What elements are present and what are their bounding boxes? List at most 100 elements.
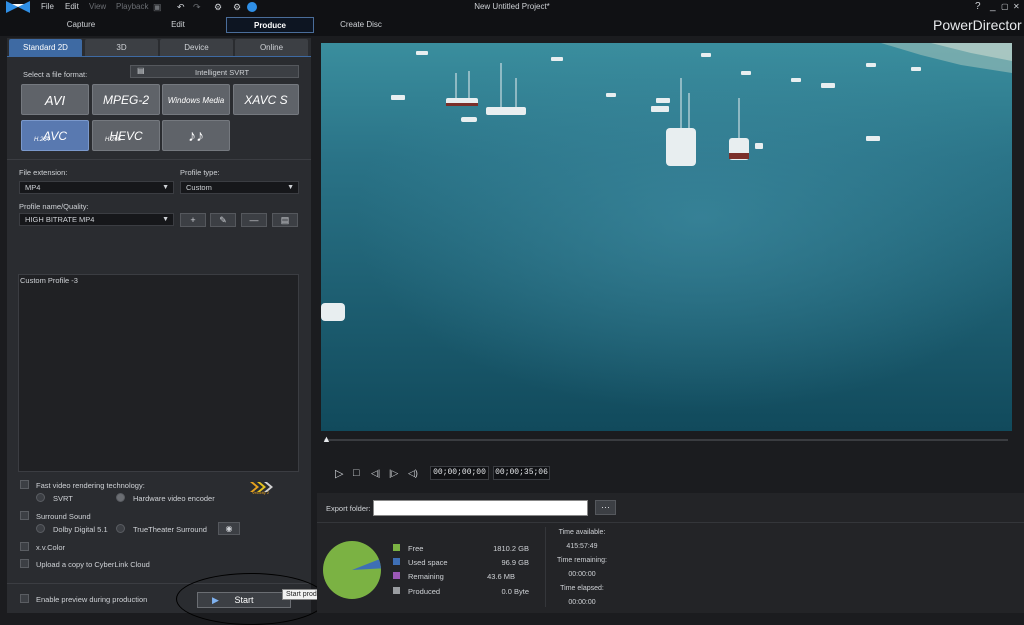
tab-online[interactable]: Online xyxy=(235,39,308,56)
maximize-button[interactable]: ▢ xyxy=(1001,2,1009,11)
time-remaining-value: 00:00:00 xyxy=(568,571,596,578)
format-label: AVI xyxy=(44,93,66,108)
legend-used-swatch xyxy=(393,558,400,565)
upload-cloud-checkbox[interactable] xyxy=(20,559,29,568)
app-brand: PowerDirector xyxy=(933,17,1022,33)
time-remaining-label: Time remaining: xyxy=(557,557,607,564)
close-button[interactable]: ✕ xyxy=(1013,2,1020,11)
truetheater-label: TrueTheater Surround xyxy=(133,525,207,534)
dolby-radio[interactable] xyxy=(36,524,45,533)
preferences-icon[interactable]: ⚙ xyxy=(214,2,222,13)
legend-free-swatch xyxy=(393,544,400,551)
minimize-button[interactable]: _ xyxy=(990,1,996,12)
format-windows-media-button[interactable]: Windows Media xyxy=(162,84,230,115)
profile-type-value: Custom xyxy=(186,183,212,192)
preview-checkbox[interactable] xyxy=(20,594,29,603)
tab-3d[interactable]: 3D xyxy=(85,39,158,56)
tab-device[interactable]: Device xyxy=(160,39,233,56)
legend-remaining-label: Remaining xyxy=(408,572,444,581)
profile-description-box xyxy=(18,274,299,472)
surround-sound-checkbox[interactable] xyxy=(20,511,29,520)
delete-profile-button[interactable]: — xyxy=(241,213,267,227)
project-title: New Untitled Project* xyxy=(474,2,550,11)
custom-profile-text: Custom Profile -3 xyxy=(20,276,78,285)
previous-frame-button[interactable]: ◁| xyxy=(371,468,380,479)
svrt-radio[interactable] xyxy=(36,493,45,502)
xvcolor-label: x.v.Color xyxy=(36,543,66,552)
notification-icon[interactable] xyxy=(247,2,257,12)
total-timecode: 00;00;35;06 xyxy=(493,466,550,480)
format-audio-button[interactable]: ♪♪ xyxy=(162,120,230,151)
cyberlink-logo-icon xyxy=(6,1,30,13)
dolby-label: Dolby Digital 5.1 xyxy=(53,525,108,534)
legend-remaining-swatch xyxy=(393,572,400,579)
save-icon[interactable]: ▣ xyxy=(153,2,162,13)
divider xyxy=(545,527,546,607)
tab-standard-2d[interactable]: Standard 2D xyxy=(9,39,82,56)
legend-produced-value: 0.0 Byte xyxy=(501,587,529,596)
tab-edit[interactable]: Edit xyxy=(133,17,223,33)
xvcolor-checkbox[interactable] xyxy=(20,542,29,551)
edit-profile-button[interactable]: ✎ xyxy=(210,213,236,227)
format-mpeg2-button[interactable]: MPEG-2 xyxy=(92,84,160,115)
surround-settings-icon[interactable]: ◉ xyxy=(218,522,240,535)
profile-name-dropdown[interactable]: HIGH BITRATE MP4 ▼ xyxy=(19,213,174,226)
format-avi-button[interactable]: AVI xyxy=(21,84,89,115)
next-frame-button[interactable]: |▷ xyxy=(389,468,398,479)
tab-produce[interactable]: Produce xyxy=(226,17,314,33)
codec-label: H.264 xyxy=(34,137,51,143)
truetheater-radio[interactable] xyxy=(116,524,125,533)
format-xavcs-button[interactable]: XAVC S xyxy=(233,84,299,115)
file-extension-value: MP4 xyxy=(25,183,41,192)
menu-playback[interactable]: Playback xyxy=(116,2,148,11)
menu-edit[interactable]: Edit xyxy=(65,2,79,11)
video-preview[interactable] xyxy=(321,43,1012,431)
surround-sound-label: Surround Sound xyxy=(36,512,91,521)
chevron-down-icon: ▼ xyxy=(162,184,169,191)
settings-icon[interactable]: ⚙ xyxy=(233,2,241,13)
stop-button[interactable]: □ xyxy=(353,467,360,479)
time-elapsed-label: Time elapsed: xyxy=(560,585,604,592)
redo-icon[interactable]: ↷ xyxy=(193,2,201,13)
help-button[interactable]: ? xyxy=(975,1,981,12)
file-extension-label: File extension: xyxy=(19,168,68,177)
tab-create-disc[interactable]: Create Disc xyxy=(316,17,406,33)
time-available-label: Time available: xyxy=(558,529,606,536)
music-notes-icon: ♪♪ xyxy=(188,128,204,145)
fast-rendering-checkbox[interactable] xyxy=(20,480,29,489)
format-label: MPEG-2 xyxy=(102,93,149,107)
undo-icon[interactable]: ↶ xyxy=(177,2,185,13)
tab-underline xyxy=(7,56,311,57)
video-frame xyxy=(321,43,1012,431)
timeline-scrubber[interactable] xyxy=(324,439,1008,441)
menu-file[interactable]: File xyxy=(41,2,54,11)
format-label: Windows Media xyxy=(167,96,225,105)
add-profile-button[interactable]: + xyxy=(180,213,206,227)
tab-capture[interactable]: Capture xyxy=(36,17,126,33)
browse-folder-button[interactable]: ··· xyxy=(595,500,616,515)
legend-used-value: 96.9 GB xyxy=(501,558,529,567)
profile-name-label: Profile name/Quality: xyxy=(19,202,89,211)
profile-type-dropdown[interactable]: Custom ▼ xyxy=(180,181,299,194)
legend-used-label: Used space xyxy=(408,558,448,567)
intelligent-svrt-button[interactable]: ▤ Intelligent SVRT xyxy=(130,65,299,78)
codec-label: H.265 xyxy=(105,137,122,143)
format-h264-avc-button[interactable]: H.264 AVC xyxy=(21,120,89,151)
legend-produced-swatch xyxy=(393,587,400,594)
play-button[interactable]: ▷ xyxy=(335,467,343,480)
hardware-encoder-radio[interactable] xyxy=(116,493,125,502)
divider xyxy=(317,522,1024,523)
fast-rendering-label: Fast video rendering technology: xyxy=(36,481,145,490)
export-folder-input[interactable] xyxy=(373,500,588,516)
profile-info-button[interactable]: ▤ xyxy=(272,213,298,227)
time-available-value: 415:57:49 xyxy=(566,543,598,550)
export-folder-label: Export folder: xyxy=(326,504,371,513)
scrubber-handle-icon[interactable]: ▲ xyxy=(322,434,331,444)
volume-button[interactable]: ◁) xyxy=(408,468,418,479)
menu-view[interactable]: View xyxy=(89,2,106,11)
format-h265-hevc-button[interactable]: H.265 HEVC xyxy=(92,120,160,151)
file-extension-dropdown[interactable]: MP4 ▼ xyxy=(19,181,174,194)
chevron-down-icon: ▼ xyxy=(162,216,169,223)
velocity-label: Velocity 2 xyxy=(252,490,270,495)
format-label: XAVC S xyxy=(244,93,288,107)
